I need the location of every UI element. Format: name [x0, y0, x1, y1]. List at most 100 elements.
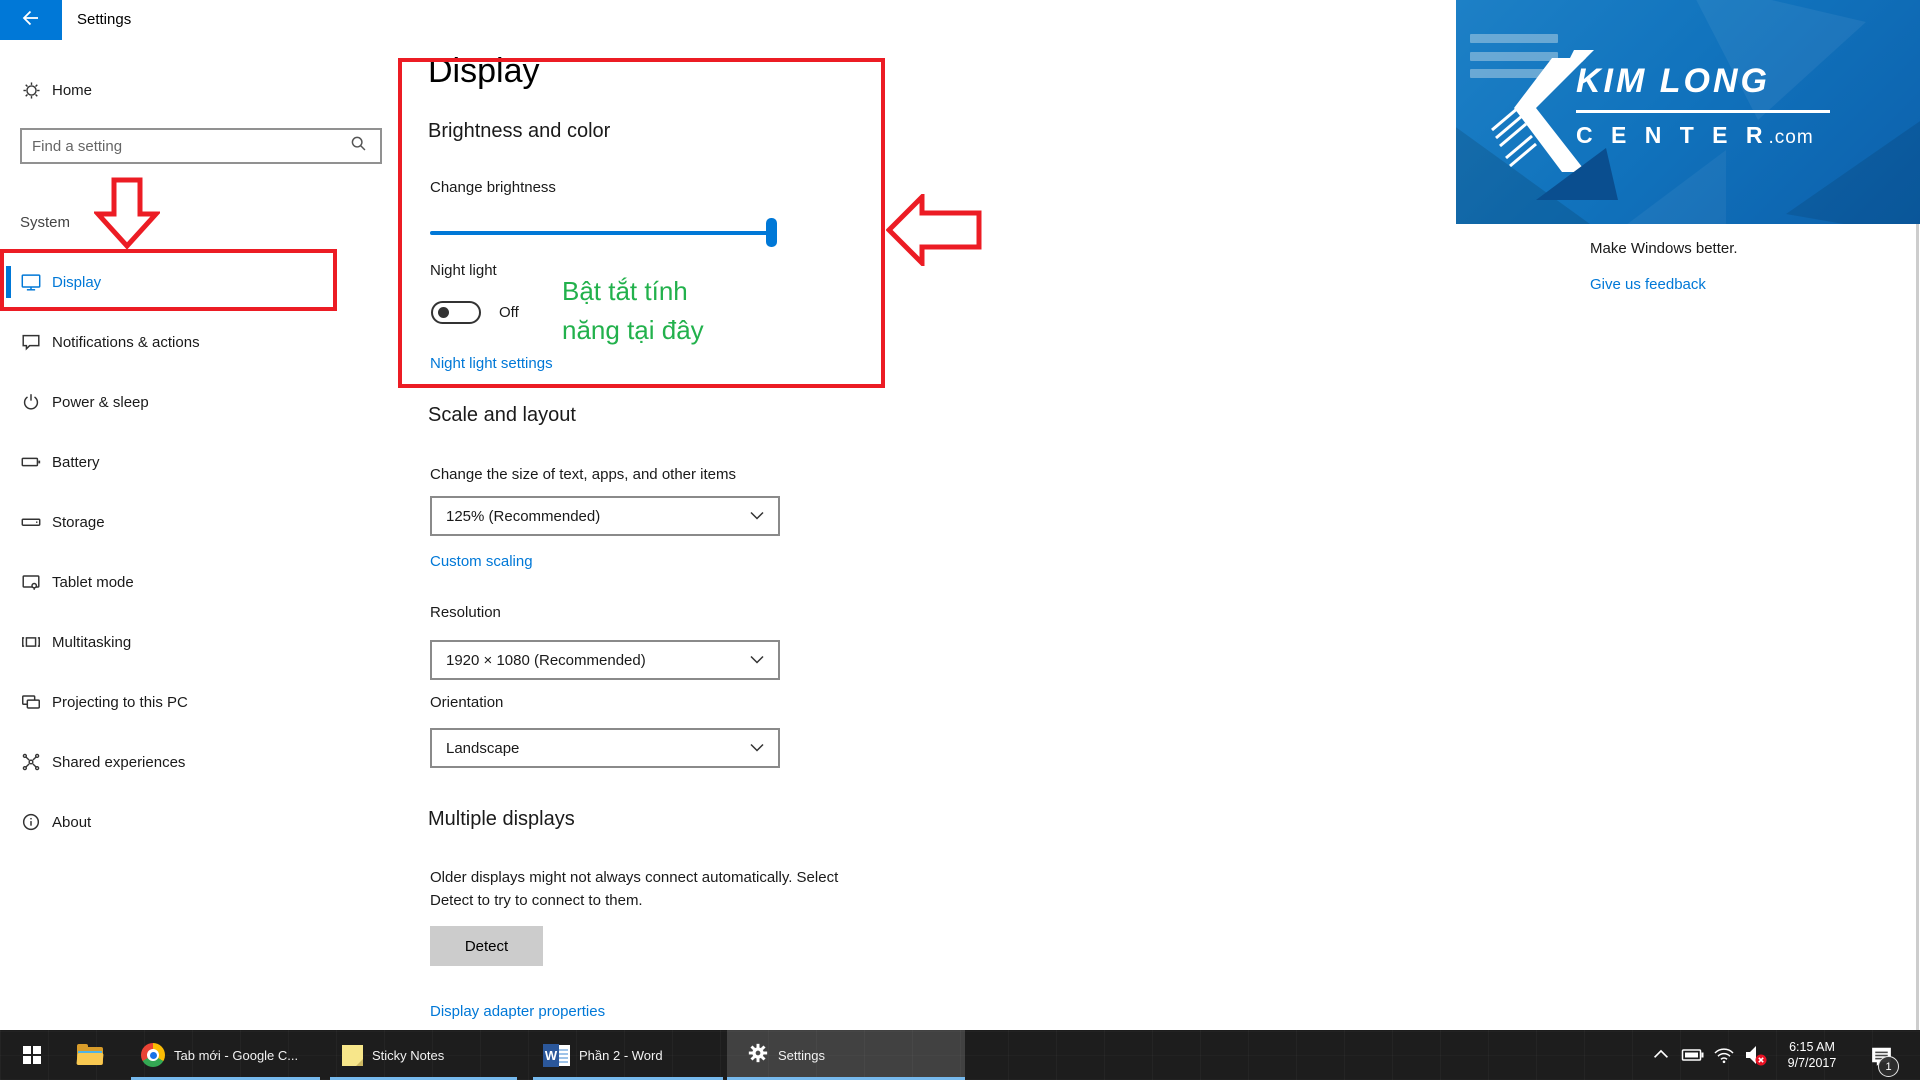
- brightness-slider[interactable]: [430, 231, 777, 235]
- sidebar-item-projecting[interactable]: Projecting to this PC: [0, 672, 390, 732]
- sidebar-item-tablet-mode[interactable]: Tablet mode: [0, 552, 390, 612]
- sidebar-item-shared-experiences[interactable]: Shared experiences: [0, 732, 390, 792]
- feedback-text: Make Windows better.: [1590, 240, 1738, 257]
- selected-item-indicator: [6, 266, 11, 298]
- word-task-button[interactable]: W Phần 2 - Word: [533, 1030, 723, 1080]
- sidebar-item-label: Projecting to this PC: [52, 694, 188, 711]
- task-label: Sticky Notes: [372, 1048, 444, 1063]
- logo-facet: [1686, 0, 1866, 120]
- give-feedback-link[interactable]: Give us feedback: [1590, 276, 1706, 293]
- sidebar-item-label: Tablet mode: [52, 574, 134, 591]
- file-explorer-button[interactable]: [64, 1030, 116, 1080]
- multiple-displays-heading: Multiple displays: [428, 808, 575, 831]
- chevron-down-icon: [750, 739, 764, 757]
- night-light-settings-link[interactable]: Night light settings: [430, 355, 553, 372]
- speech-bubble-icon: [20, 331, 42, 353]
- sidebar-item-battery[interactable]: Battery: [0, 432, 390, 492]
- sidebar-item-power-sleep[interactable]: Power & sleep: [0, 372, 390, 432]
- orientation-dropdown[interactable]: Landscape: [430, 728, 780, 768]
- taskbar: Tab mới - Google C... Sticky Notes W Phầ…: [0, 1030, 1920, 1080]
- wifi-icon: [1712, 1043, 1736, 1067]
- detect-button[interactable]: Detect: [430, 926, 543, 966]
- resolution-label: Resolution: [430, 604, 501, 621]
- sidebar-item-about[interactable]: About: [0, 792, 390, 852]
- power-icon: [20, 391, 42, 413]
- sidebar-section-label: System: [20, 214, 70, 231]
- search-input[interactable]: [22, 138, 348, 155]
- window-title: Settings: [77, 11, 131, 28]
- monitor-icon: [20, 271, 42, 293]
- night-light-label: Night light: [430, 262, 497, 279]
- sidebar-nav: Display Notifications & actions Power & …: [0, 252, 390, 852]
- kim-long-center-logo: KIM LONG C E N T E R.com: [1456, 0, 1920, 224]
- sidebar-item-label: Home: [52, 82, 92, 99]
- tablet-icon: [20, 571, 42, 593]
- tray-time: 6:15 AM: [1789, 1039, 1835, 1055]
- two-monitors-icon: [20, 691, 42, 713]
- sidebar-item-notifications[interactable]: Notifications & actions: [0, 312, 390, 372]
- orientation-dropdown-value: Landscape: [446, 740, 750, 757]
- back-arrow-icon: [19, 6, 43, 35]
- chevron-down-icon: [750, 507, 764, 525]
- task-label: Settings: [778, 1048, 825, 1063]
- settings-window: Settings Home System: [0, 0, 1920, 1080]
- back-button[interactable]: [0, 0, 62, 40]
- battery-icon: [20, 451, 42, 473]
- gear-icon: [747, 1042, 769, 1069]
- sticky-notes-task-button[interactable]: Sticky Notes: [330, 1030, 517, 1080]
- node-cross-icon: [20, 751, 42, 773]
- annotation-left-arrow: [886, 194, 982, 266]
- tray-battery[interactable]: [1678, 1030, 1708, 1080]
- task-label: Tab mới - Google C...: [174, 1048, 298, 1063]
- annotation-down-arrow: [94, 177, 160, 249]
- start-button[interactable]: [8, 1030, 56, 1080]
- chevron-up-icon: [1650, 1044, 1672, 1066]
- sidebar-item-multitasking[interactable]: Multitasking: [0, 612, 390, 672]
- search-icon[interactable]: [348, 133, 370, 160]
- settings-task-button[interactable]: Settings: [727, 1030, 965, 1080]
- brightness-heading: Brightness and color: [428, 120, 610, 143]
- tray-date: 9/7/2017: [1788, 1055, 1837, 1071]
- resolution-dropdown[interactable]: 1920 × 1080 (Recommended): [430, 640, 780, 680]
- custom-scaling-link[interactable]: Custom scaling: [430, 553, 533, 570]
- chrome-task-button[interactable]: Tab mới - Google C...: [131, 1030, 320, 1080]
- display-adapter-properties-link[interactable]: Display adapter properties: [430, 1003, 605, 1020]
- tray-volume-muted[interactable]: [1740, 1030, 1772, 1080]
- scale-dropdown[interactable]: 125% (Recommended): [430, 496, 780, 536]
- orientation-label: Orientation: [430, 694, 503, 711]
- night-light-state: Off: [499, 304, 519, 321]
- stacked-windows-icon: [20, 631, 42, 653]
- scale-label: Change the size of text, apps, and other…: [430, 466, 736, 483]
- gear-icon: [20, 79, 42, 101]
- windows-logo-icon: [23, 1046, 41, 1064]
- logo-title: KIM LONG: [1576, 62, 1770, 101]
- notification-badge: 1: [1878, 1056, 1899, 1077]
- sidebar-item-label: Storage: [52, 514, 105, 531]
- brightness-slider-thumb[interactable]: [766, 218, 777, 247]
- battery-icon: [1681, 1043, 1705, 1067]
- drive-icon: [20, 511, 42, 533]
- multiple-displays-text: Older displays might not always connect …: [430, 866, 875, 913]
- folder-icon: [77, 1045, 103, 1065]
- word-icon: W: [543, 1044, 570, 1067]
- night-light-toggle[interactable]: [431, 301, 481, 324]
- sidebar-item-home[interactable]: Home: [0, 70, 390, 110]
- sidebar-item-display[interactable]: Display: [0, 252, 390, 312]
- page-title: Display: [428, 52, 539, 91]
- sidebar-item-label: Power & sleep: [52, 394, 149, 411]
- sidebar-item-storage[interactable]: Storage: [0, 492, 390, 552]
- tray-chevron-up[interactable]: [1648, 1030, 1674, 1080]
- toggle-knob: [438, 307, 449, 318]
- scale-heading: Scale and layout: [428, 404, 576, 427]
- tray-wifi[interactable]: [1710, 1030, 1738, 1080]
- chevron-down-icon: [750, 651, 764, 669]
- logo-suffix: .com: [1769, 127, 1814, 148]
- sidebar-item-label: Battery: [52, 454, 100, 471]
- scrollbar[interactable]: [1916, 224, 1919, 1030]
- sticky-notes-icon: [342, 1045, 363, 1066]
- tray-clock[interactable]: 6:15 AM 9/7/2017: [1774, 1030, 1850, 1080]
- logo-subtitle: C E N T E R.com: [1576, 122, 1814, 149]
- resolution-dropdown-value: 1920 × 1080 (Recommended): [446, 652, 750, 669]
- task-label: Phần 2 - Word: [579, 1048, 663, 1063]
- scale-dropdown-value: 125% (Recommended): [446, 508, 750, 525]
